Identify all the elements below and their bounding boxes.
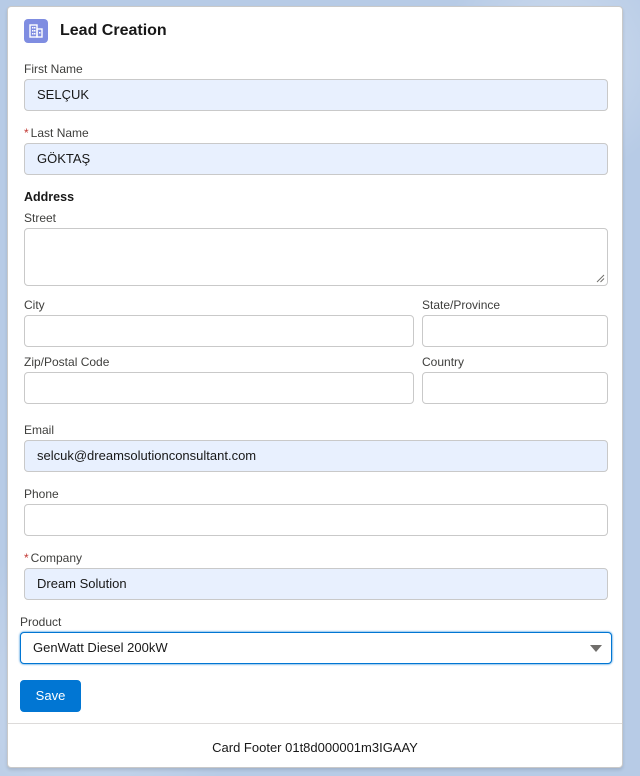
city-label: City [24,298,45,312]
required-mark: * [24,126,29,140]
phone-input[interactable] [24,504,608,536]
zip-input[interactable] [24,372,414,404]
street-textarea[interactable] [24,228,608,286]
city-input[interactable] [24,315,414,347]
required-mark: * [24,551,29,565]
last-name-label: * Last Name [24,126,89,140]
resize-grip-icon[interactable] [596,274,605,283]
zip-label: Zip/Postal Code [24,355,110,369]
product-select[interactable]: GenWatt Diesel 200kW [20,632,612,664]
lead-creation-card: Lead Creation First Name SELÇUK * Last Na… [7,6,623,768]
state-label: State/Province [422,298,501,312]
save-button[interactable]: Save [20,680,81,712]
chevron-down-icon [590,645,602,652]
country-label: Country [422,355,465,369]
product-selected-value: GenWatt Diesel 200kW [33,640,168,655]
product-label: Product [20,615,62,629]
card-header: Lead Creation [24,19,167,43]
email-label: Email [24,423,55,437]
phone-label: Phone [24,487,59,501]
first-name-input[interactable]: SELÇUK [24,79,608,111]
first-name-label: First Name [24,62,83,76]
street-label: Street [24,211,57,225]
company-label: * Company [24,551,82,565]
state-input[interactable] [422,315,608,347]
card-title: Lead Creation [60,22,167,39]
last-name-input[interactable]: GÖKTAŞ [24,143,608,175]
lead-icon [24,19,48,43]
card-footer: Card Footer 01t8d000001m3IGAAY [212,740,418,755]
last-name-label-text: Last Name [30,126,89,140]
footer-divider [8,723,622,724]
country-input[interactable] [422,372,608,404]
company-label-text: Company [30,551,83,565]
email-input[interactable]: selcuk@dreamsolutionconsultant.com [24,440,608,472]
address-section-title: Address [24,190,75,204]
company-input[interactable]: Dream Solution [24,568,608,600]
